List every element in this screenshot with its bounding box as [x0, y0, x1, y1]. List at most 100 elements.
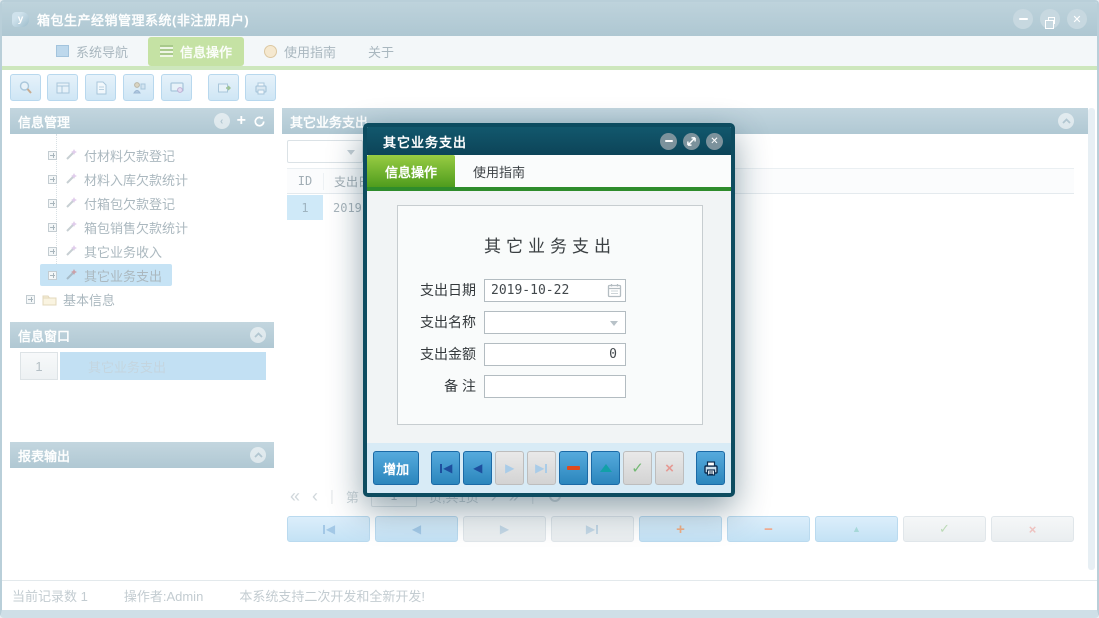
- user-icon: [131, 80, 147, 96]
- info-mgmt-header: 信息管理 ‹ +: [10, 108, 274, 134]
- add-button[interactable]: 增加: [373, 451, 419, 485]
- dialog-edit-button[interactable]: [591, 451, 620, 485]
- expense-name-select[interactable]: [484, 311, 626, 334]
- dialog-cancel-button[interactable]: ×: [655, 451, 684, 485]
- expense-form: 其它业务支出 支出日期 支出名称 支出金额 备 注: [397, 205, 703, 425]
- expand-icon[interactable]: [48, 247, 57, 256]
- page-prev-button[interactable]: ‹: [312, 486, 318, 507]
- field-label: 支出金额: [398, 344, 484, 364]
- tree-item[interactable]: 箱包销售欠款统计: [10, 215, 274, 239]
- dialog-resize-button[interactable]: [683, 133, 700, 150]
- expand-icon[interactable]: [26, 295, 35, 304]
- collapse-up-icon[interactable]: [250, 327, 266, 343]
- dialog-prior-button[interactable]: ◀: [463, 451, 492, 485]
- expand-icon[interactable]: [48, 271, 57, 280]
- expand-icon[interactable]: [48, 175, 57, 184]
- document-button[interactable]: [85, 74, 116, 101]
- info-window-row-label: 其它业务支出: [60, 352, 266, 380]
- dialog-first-button[interactable]: ◀: [431, 451, 460, 485]
- dialog-next-button[interactable]: ▶: [495, 451, 524, 485]
- dialog-tab-info-operation[interactable]: 信息操作: [367, 155, 455, 187]
- form-row-name: 支出名称: [398, 310, 702, 334]
- grid-icon: [160, 45, 173, 57]
- wand-icon: [64, 244, 78, 258]
- refresh-icon[interactable]: [253, 115, 266, 128]
- restore-button[interactable]: [1040, 9, 1060, 29]
- dialog-titlebar: 其它业务支出 ✕: [367, 127, 731, 155]
- dialog-tab-user-guide[interactable]: 使用指南: [455, 155, 543, 187]
- expand-icon[interactable]: [48, 223, 57, 232]
- scrollbar[interactable]: [1088, 108, 1095, 570]
- nav-post-button[interactable]: ✓: [903, 516, 986, 542]
- tree-item-folder[interactable]: 基本信息: [10, 287, 274, 311]
- search-button[interactable]: [10, 74, 41, 101]
- user-button[interactable]: [123, 74, 154, 101]
- tab-system-nav[interactable]: 系统导航: [44, 37, 140, 66]
- dialog-minimize-button[interactable]: [660, 133, 677, 150]
- monitor-button[interactable]: [161, 74, 192, 101]
- dialog-post-button[interactable]: ✓: [623, 451, 652, 485]
- expense-amount-input[interactable]: [485, 344, 625, 365]
- form-row-amount: 支出金额: [398, 342, 702, 366]
- info-window-row[interactable]: 1 其它业务支出: [20, 352, 274, 380]
- tree-item-selected[interactable]: 其它业务支出: [10, 263, 274, 287]
- nav-delete-button[interactable]: −: [727, 516, 810, 542]
- tree-item[interactable]: 其它业务收入: [10, 239, 274, 263]
- remark-field[interactable]: [484, 375, 626, 398]
- sidebar: 信息管理 ‹ + 付材料欠款登记 材料入库欠款统计 付箱包欠款登记: [10, 108, 274, 572]
- table-view-button[interactable]: [47, 74, 78, 101]
- wand-icon: [64, 268, 78, 282]
- print-button[interactable]: [245, 74, 276, 101]
- collapse-left-icon[interactable]: ‹: [214, 113, 230, 129]
- info-window-header: 信息窗口: [10, 322, 274, 348]
- wand-icon: [64, 196, 78, 210]
- remark-input[interactable]: [485, 376, 625, 397]
- dialog-print-button[interactable]: [696, 451, 725, 485]
- wand-icon: [64, 172, 78, 186]
- collapse-up-icon[interactable]: [250, 447, 266, 463]
- tab-about[interactable]: 关于: [356, 37, 406, 66]
- expense-filter-combo[interactable]: [287, 140, 363, 163]
- tab-label: 信息操作: [180, 42, 232, 61]
- info-window-row-index: 1: [20, 352, 58, 380]
- expense-amount-field[interactable]: [484, 343, 626, 366]
- tree-item-label: 基本信息: [63, 290, 115, 309]
- nav-cancel-button[interactable]: ×: [991, 516, 1074, 542]
- minimize-button[interactable]: [1013, 9, 1033, 29]
- nav-next-button[interactable]: ▶: [463, 516, 546, 542]
- calendar-icon[interactable]: [607, 283, 622, 298]
- main-panel-title: 其它业务支出: [290, 112, 368, 131]
- search-icon: [18, 80, 34, 96]
- plus-icon[interactable]: +: [237, 114, 246, 128]
- page-first-button[interactable]: «: [290, 486, 300, 507]
- nav-first-button[interactable]: ◀: [287, 516, 370, 542]
- dialog-toolbar: 增加 ◀ ◀ ▶ ▶ ✓ ×: [367, 443, 731, 493]
- close-button[interactable]: ✕: [1067, 9, 1087, 29]
- field-label: 支出名称: [398, 312, 484, 332]
- info-mgmt-tree: 付材料欠款登记 材料入库欠款统计 付箱包欠款登记 箱包销售欠款统计 其它业务收入: [10, 134, 274, 314]
- nav-last-button[interactable]: ▶: [551, 516, 634, 542]
- dialog-delete-button[interactable]: [559, 451, 588, 485]
- column-id[interactable]: ID: [287, 174, 323, 188]
- tree-item[interactable]: 付材料欠款登记: [10, 143, 274, 167]
- collapse-up-icon[interactable]: [1058, 113, 1074, 129]
- tree-item[interactable]: 材料入库欠款统计: [10, 167, 274, 191]
- tree-item-label: 箱包销售欠款统计: [84, 218, 188, 237]
- tab-info-operation[interactable]: 信息操作: [148, 37, 244, 66]
- table-icon: [55, 80, 71, 96]
- tab-user-guide[interactable]: 使用指南: [252, 37, 348, 66]
- tree-item[interactable]: 付箱包欠款登记: [10, 191, 274, 215]
- nav-prior-button[interactable]: ◀: [375, 516, 458, 542]
- nav-insert-button[interactable]: +: [639, 516, 722, 542]
- icon-toolbar: [2, 70, 1097, 104]
- dialog-close-button[interactable]: ✕: [706, 133, 723, 150]
- main-tabbar: 系统导航 信息操作 使用指南 关于: [2, 36, 1097, 66]
- nav-edit-button[interactable]: ▲: [815, 516, 898, 542]
- expand-icon[interactable]: [48, 151, 57, 160]
- expense-name-value[interactable]: [485, 312, 625, 333]
- export-button[interactable]: [208, 74, 239, 101]
- expense-date-field[interactable]: [484, 279, 626, 302]
- expand-icon[interactable]: [48, 199, 57, 208]
- dialog-last-button[interactable]: ▶: [527, 451, 556, 485]
- expense-date-input[interactable]: [485, 280, 625, 301]
